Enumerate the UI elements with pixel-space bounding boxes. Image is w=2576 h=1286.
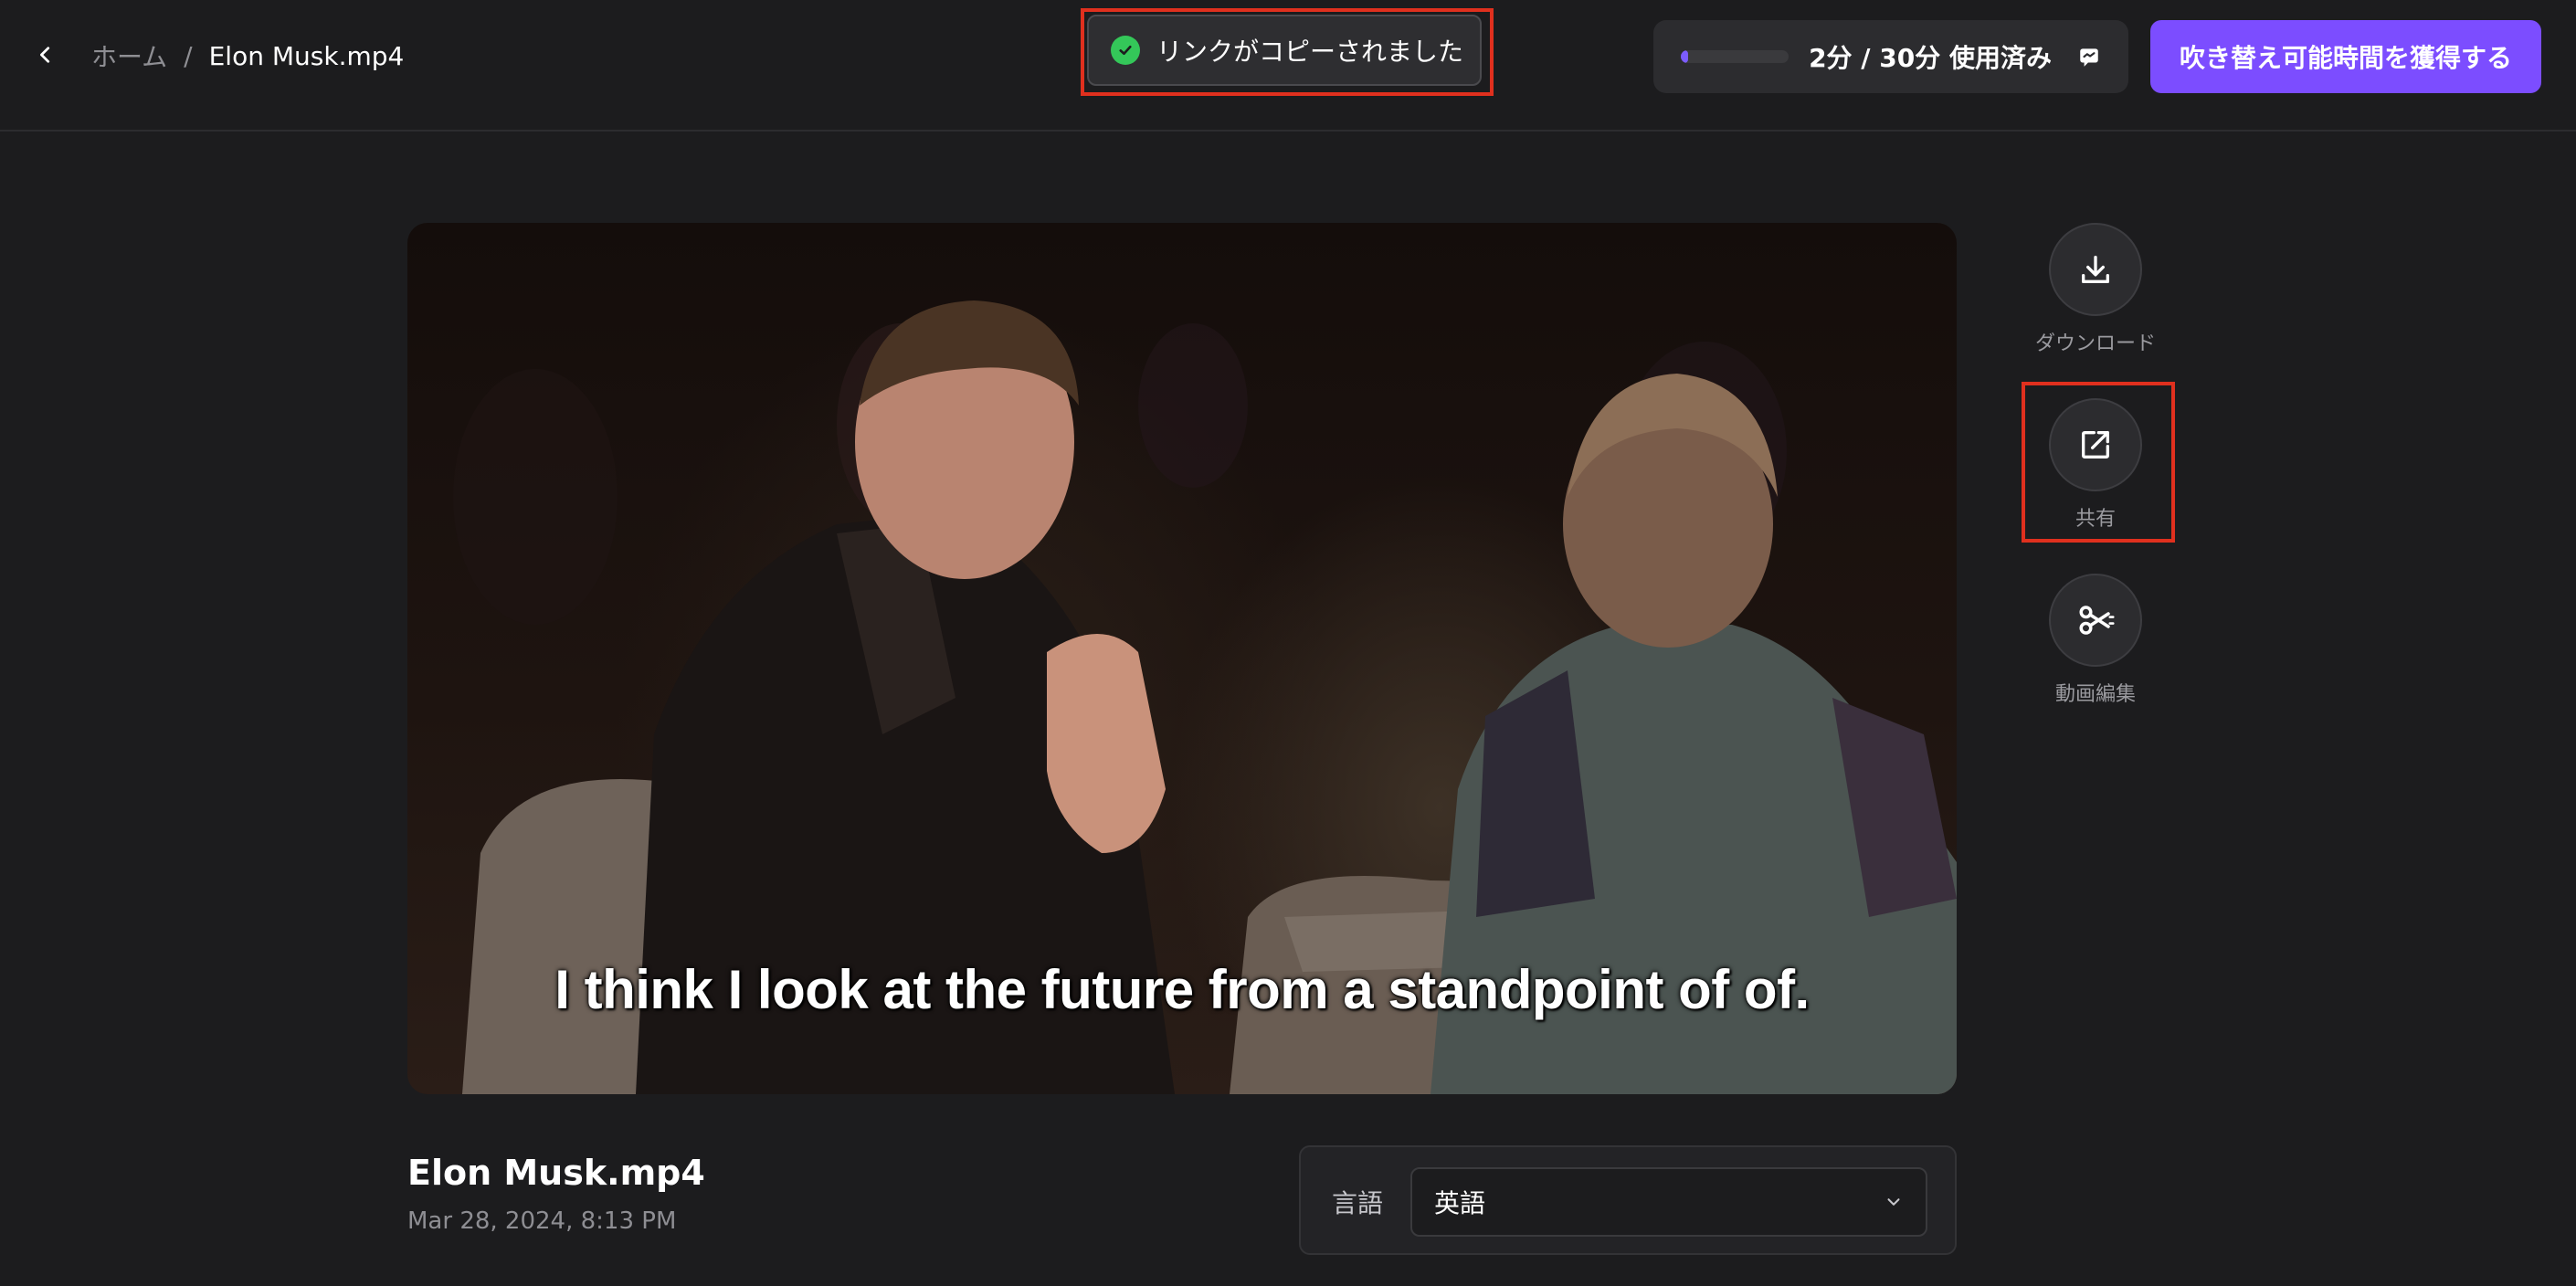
download-icon — [2082, 256, 2109, 283]
download-button[interactable]: ダウンロード — [2019, 223, 2172, 369]
edit-video-button[interactable]: 動画編集 — [2019, 574, 2172, 720]
breadcrumb: ホーム / Elon Musk.mp4 — [91, 35, 404, 77]
usage-text: 2分 / 30分 使用済み — [1809, 43, 2052, 73]
language-panel: 言語 英語 — [1299, 1145, 1957, 1255]
back-button[interactable] — [26, 35, 66, 75]
toast-notification: リンクがコピーされました — [1087, 15, 1482, 86]
scissors-icon — [2079, 606, 2115, 635]
share-highlight-box — [2022, 382, 2175, 543]
edit-label: 動画編集 — [2054, 683, 2136, 706]
download-circle — [2049, 223, 2142, 316]
language-select[interactable]: 英語 — [1410, 1167, 1927, 1237]
breadcrumb-separator: / — [184, 40, 193, 71]
chevron-down-icon — [1887, 1198, 1900, 1206]
usage-progress-bar — [1681, 50, 1789, 63]
breadcrumb-home-link[interactable]: ホーム — [91, 37, 167, 74]
usage-progress-fill — [1681, 50, 1688, 63]
video-player[interactable]: I think I look at the future from a stan… — [407, 223, 1957, 1094]
get-dubbing-time-button[interactable]: 吹き替え可能時間を獲得する — [2150, 20, 2541, 93]
video-caption: I think I look at the future from a stan… — [554, 959, 1810, 1020]
file-title: Elon Musk.mp4 — [407, 1153, 705, 1193]
file-date: Mar 28, 2024, 8:13 PM — [407, 1207, 677, 1235]
edit-circle — [2049, 574, 2142, 667]
usage-info-icon[interactable] — [2077, 45, 2101, 69]
language-label: 言語 — [1332, 1188, 1384, 1218]
check-circle-icon — [1111, 36, 1140, 65]
toast-message: リンクがコピーされました — [1156, 37, 1464, 67]
chevron-left-icon — [40, 47, 50, 63]
download-label: ダウンロード — [2034, 332, 2156, 355]
language-selected-value: 英語 — [1434, 1188, 1486, 1218]
usage-meter: 2分 / 30分 使用済み — [1653, 20, 2128, 93]
breadcrumb-current: Elon Musk.mp4 — [208, 40, 405, 71]
